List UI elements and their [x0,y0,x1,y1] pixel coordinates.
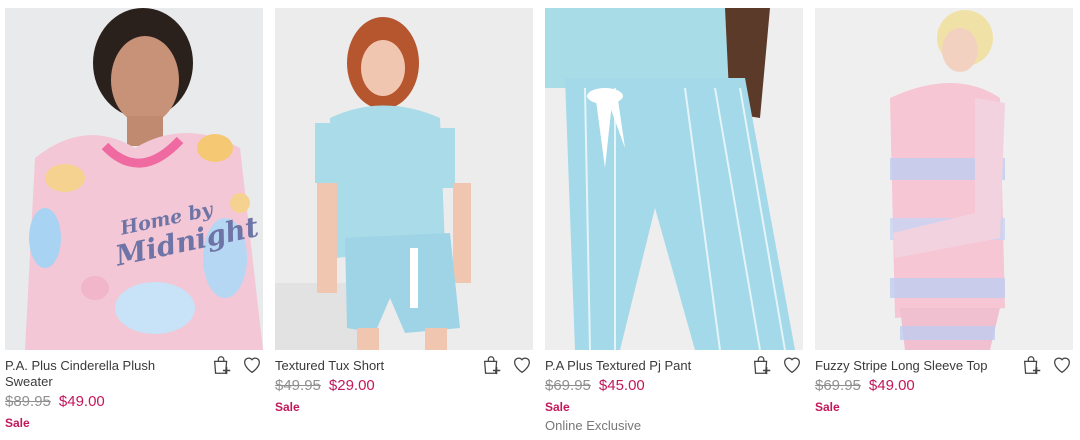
product-name[interactable]: Textured Tux Short [275,358,455,374]
product-image[interactable] [275,8,533,350]
product-card: Fuzzy Stripe Long Sleeve Top $69.95 $49.0… [815,8,1073,414]
product-card: Home by Midnight P.A. Plus Cinderella Pl… [5,8,263,430]
heart-outline-icon [784,357,800,374]
add-to-bag-button[interactable] [1021,354,1043,376]
add-to-bag-button[interactable] [211,354,233,376]
heart-outline-icon [244,357,260,374]
sale-price: $29.00 [328,377,375,394]
product-photo-tux-short [275,8,533,350]
product-price: $69.95 $49.00 [815,376,1073,396]
wishlist-button[interactable] [781,354,803,376]
original-price: $69.95 [545,377,591,394]
add-to-bag-button[interactable] [481,354,503,376]
online-exclusive-label: Online Exclusive [545,418,642,433]
product-image[interactable] [815,8,1073,350]
sale-price: $49.00 [868,377,915,394]
product-photo-pj-pant [545,8,803,350]
wishlist-button[interactable] [241,354,263,376]
sale-price: $49.00 [58,393,105,410]
sale-badge: Sale [545,400,570,414]
product-grid: Home by Midnight P.A. Plus Cinderella Pl… [0,0,1080,440]
product-image[interactable] [545,8,803,350]
sale-badge: Sale [275,400,300,414]
sale-badge: Sale [815,400,840,414]
heart-outline-icon [1054,357,1070,374]
wishlist-button[interactable] [511,354,533,376]
product-name[interactable]: P.A. Plus Cinderella Plush Sweater [5,358,185,390]
sale-price: $45.00 [598,377,645,394]
shopping-bag-plus-icon [753,356,771,375]
shopping-bag-plus-icon [213,356,231,375]
product-price: $69.95 $45.00 [545,376,803,396]
product-photo-sweater: Home by Midnight [5,8,263,350]
product-name[interactable]: Fuzzy Stripe Long Sleeve Top [815,358,995,374]
shopping-bag-plus-icon [483,356,501,375]
product-card: Textured Tux Short $49.95 $29.00 Sale [275,8,533,414]
product-price: $89.95 $49.00 [5,392,263,412]
original-price: $69.95 [815,377,861,394]
original-price: $89.95 [5,393,51,410]
sale-badge: Sale [5,416,30,430]
product-photo-stripe-top [815,8,1073,350]
wishlist-button[interactable] [1051,354,1073,376]
product-image[interactable]: Home by Midnight [5,8,263,350]
product-price: $49.95 $29.00 [275,376,533,396]
original-price: $49.95 [275,377,321,394]
shopping-bag-plus-icon [1023,356,1041,375]
product-name[interactable]: P.A Plus Textured Pj Pant [545,358,725,374]
product-card: P.A Plus Textured Pj Pant $69.95 $45.00 S… [545,8,803,433]
heart-outline-icon [514,357,530,374]
add-to-bag-button[interactable] [751,354,773,376]
